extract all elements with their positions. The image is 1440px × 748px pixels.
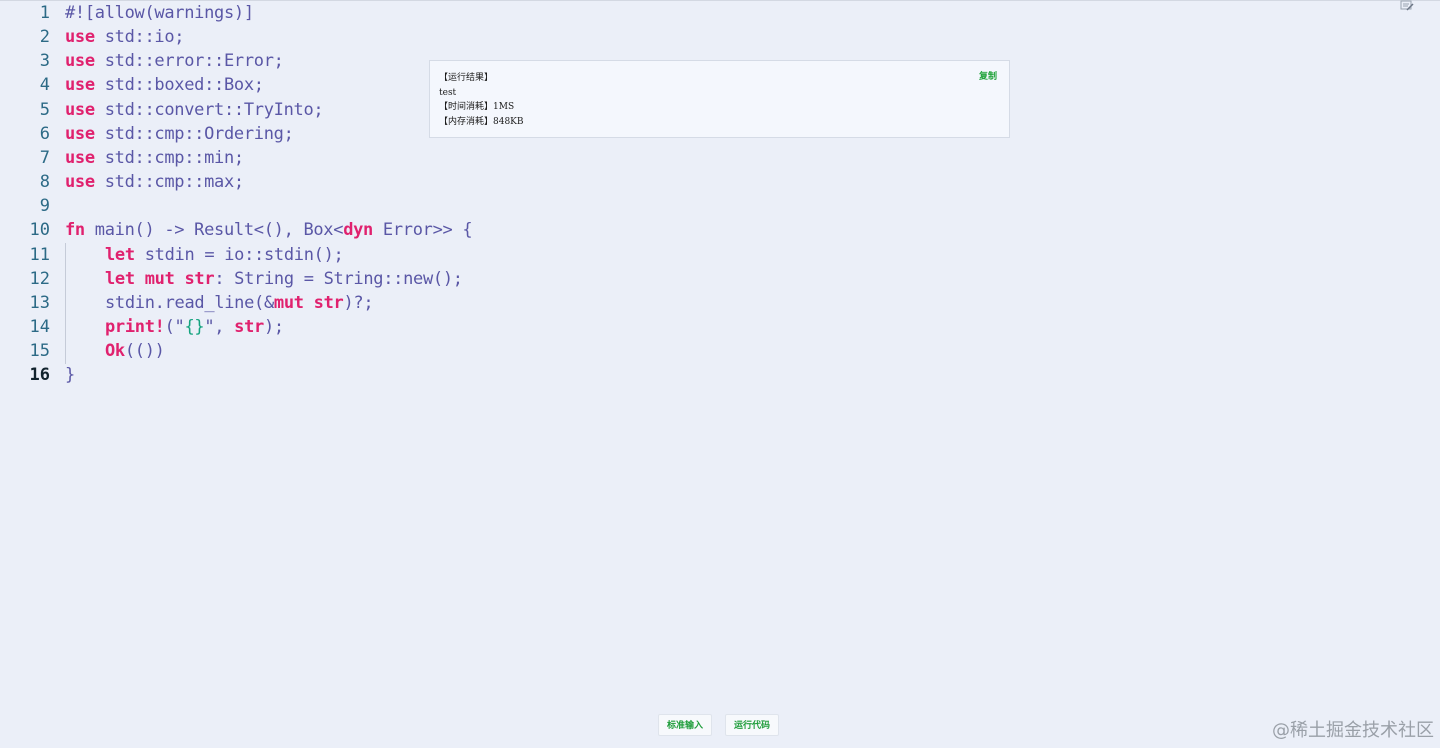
line-number: 13 [29,292,50,313]
result-heading: 【运行结果】 [439,73,494,83]
line-number: 2 [39,27,50,48]
run-code-button[interactable]: 运行代码 [725,714,780,736]
code-text: use std::error::Error; [65,49,284,73]
result-memory: 【内存消耗】848KB [439,116,524,127]
code-text: let stdin = io::stdin(); [105,243,344,267]
code-token: ", [204,316,235,337]
code-text: use std::cmp::min; [65,146,244,170]
code-token: main() -> Result<(), Box< [84,220,344,241]
code-line[interactable]: 8 use std::cmp::max; [0,170,1440,194]
line-number: 5 [39,99,50,120]
code-line[interactable]: 11 let stdin = io::stdin(); [0,243,1440,267]
line-number: 8 [39,172,50,193]
code-keyword: str [184,268,215,289]
code-token: std::boxed::Box; [94,75,264,96]
code-token: std::cmp::Ordering; [94,123,294,144]
code-keyword: Ok [105,341,125,362]
code-line[interactable]: 15 Ok(()) [0,339,1440,363]
line-number: 12 [29,268,50,289]
code-text: use std::convert::TryInto; [65,98,324,122]
run-result-panel: 【运行结果】 test 【时间消耗】1MS 【内存消耗】848KB 复制 [429,60,1010,138]
line-number: 16 [29,365,50,386]
code-keyword: use [65,75,95,96]
code-line[interactable]: 9 [0,194,1440,218]
code-text: print!("{}", str); [105,315,284,339]
code-text: use std::cmp::max; [65,170,244,194]
code-token: (()) [124,341,165,362]
code-text: use std::boxed::Box; [65,73,264,97]
code-text: fn main() -> Result<(), Box<dyn Error>> … [65,218,473,242]
code-keyword: let [105,268,135,289]
code-keyword: mut [144,268,175,289]
code-keyword: use [65,172,95,193]
result-output: test [439,87,457,98]
code-token: std::io; [94,27,185,48]
code-token: #![allow(warnings)] [65,3,254,23]
code-keyword: str [313,292,344,313]
code-token: ); [263,316,284,337]
code-text: #![allow(warnings)] [65,1,254,25]
code-line[interactable]: 12 let mut str: String = String::new(); [0,267,1440,291]
line-number: 4 [39,75,50,96]
line-number: 10 [29,220,50,241]
code-keyword: use [65,27,95,48]
code-keyword: mut [273,292,304,313]
line-number: 6 [39,123,50,144]
code-line[interactable]: 14 print!("{}", str); [0,315,1440,339]
code-line[interactable]: 7 use std::cmp::min; [0,146,1440,170]
code-token: stdin.read_line(& [105,292,274,313]
code-token: stdin = io::stdin(); [134,244,344,265]
stdin-button[interactable]: 标准输入 [658,714,713,736]
code-keyword: use [65,99,95,120]
line-number: 14 [29,316,50,337]
code-text: let mut str: String = String::new(); [105,267,463,291]
code-keyword: str [234,316,264,337]
line-number: 7 [39,147,50,168]
code-text: stdin.read_line(&mut str)?; [105,291,374,315]
code-keyword: use [65,147,95,168]
code-line[interactable]: 13 stdin.read_line(&mut str)?; [0,291,1440,315]
code-keyword: let [105,244,135,265]
code-string: {} [184,316,205,337]
line-number: 3 [39,51,50,72]
code-text: Ok(()) [105,339,165,363]
line-number: 1 [39,3,50,23]
code-text: use std::cmp::Ordering; [65,122,294,146]
watermark: @稀土掘金技术社区 [1272,720,1434,741]
code-keyword: print! [105,316,165,337]
code-line[interactable]: 2 use std::io; [0,25,1440,49]
code-token: )?; [343,292,374,313]
code-token: (" [164,316,185,337]
code-keyword: use [65,123,95,144]
code-token: Error>> { [373,220,473,241]
code-token: : String = String::new(); [214,268,463,289]
line-number: 11 [29,244,50,265]
code-token: } [65,365,75,386]
line-number: 15 [29,341,50,362]
code-line[interactable]: 1 #![allow(warnings)] [0,1,1440,25]
code-token: std::cmp::max; [94,172,244,193]
code-keyword: dyn [343,220,373,241]
code-token: std::cmp::min; [94,147,244,168]
copy-button[interactable]: 复制 [979,69,997,82]
code-text: } [65,363,75,387]
code-line[interactable]: 16} [0,363,1440,387]
code-text: use std::io; [65,25,185,49]
code-keyword: use [65,51,95,72]
line-number: 9 [39,196,50,217]
code-token: std::convert::TryInto; [94,99,324,120]
code-line[interactable]: 10 fn main() -> Result<(), Box<dyn Error>… [0,218,1440,242]
indent-guide [65,243,66,364]
code-token: std::error::Error; [94,51,284,72]
code-keyword: fn [65,220,85,241]
result-time: 【时间消耗】1MS [439,102,515,112]
